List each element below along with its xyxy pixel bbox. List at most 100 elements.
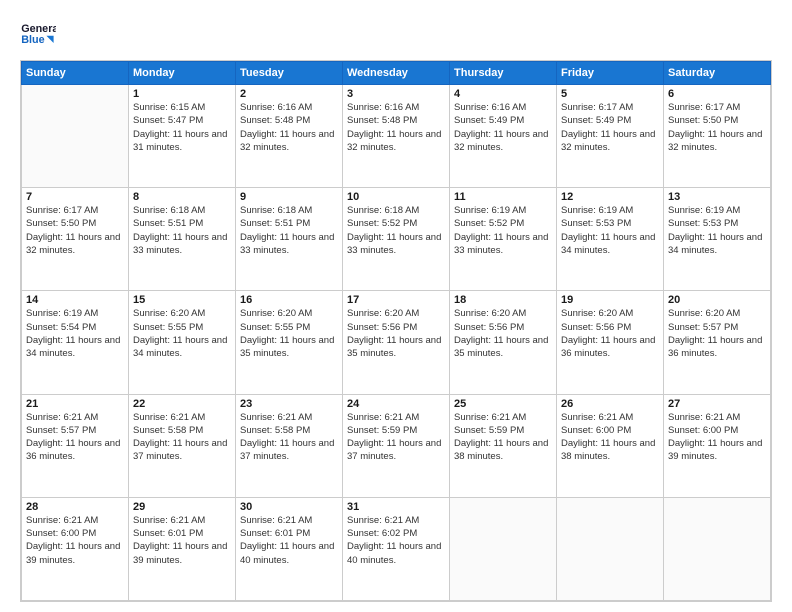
calendar-cell: 14Sunrise: 6:19 AMSunset: 5:54 PMDayligh…: [22, 291, 129, 394]
calendar-cell: 31Sunrise: 6:21 AMSunset: 6:02 PMDayligh…: [343, 497, 450, 600]
day-number: 2: [240, 88, 338, 100]
day-info: Sunrise: 6:17 AMSunset: 5:50 PMDaylight:…: [26, 204, 124, 257]
day-info: Sunrise: 6:16 AMSunset: 5:49 PMDaylight:…: [454, 101, 552, 154]
day-number: 29: [133, 501, 231, 513]
calendar-cell: [664, 497, 771, 600]
calendar-day-header: Monday: [129, 62, 236, 85]
calendar-cell: 22Sunrise: 6:21 AMSunset: 5:58 PMDayligh…: [129, 394, 236, 497]
svg-text:Blue: Blue: [21, 34, 44, 46]
calendar-body: 1Sunrise: 6:15 AMSunset: 5:47 PMDaylight…: [22, 85, 771, 601]
calendar-week-row: 21Sunrise: 6:21 AMSunset: 5:57 PMDayligh…: [22, 394, 771, 497]
day-number: 22: [133, 398, 231, 410]
calendar-day-header: Saturday: [664, 62, 771, 85]
calendar: SundayMondayTuesdayWednesdayThursdayFrid…: [20, 60, 772, 602]
day-info: Sunrise: 6:21 AMSunset: 6:00 PMDaylight:…: [26, 514, 124, 567]
day-info: Sunrise: 6:21 AMSunset: 5:57 PMDaylight:…: [26, 411, 124, 464]
day-number: 31: [347, 501, 445, 513]
calendar-cell: 28Sunrise: 6:21 AMSunset: 6:00 PMDayligh…: [22, 497, 129, 600]
day-number: 14: [26, 294, 124, 306]
calendar-cell: 15Sunrise: 6:20 AMSunset: 5:55 PMDayligh…: [129, 291, 236, 394]
day-number: 30: [240, 501, 338, 513]
day-info: Sunrise: 6:16 AMSunset: 5:48 PMDaylight:…: [347, 101, 445, 154]
day-info: Sunrise: 6:16 AMSunset: 5:48 PMDaylight:…: [240, 101, 338, 154]
calendar-cell: 9Sunrise: 6:18 AMSunset: 5:51 PMDaylight…: [236, 188, 343, 291]
calendar-week-row: 1Sunrise: 6:15 AMSunset: 5:47 PMDaylight…: [22, 85, 771, 188]
day-info: Sunrise: 6:21 AMSunset: 6:02 PMDaylight:…: [347, 514, 445, 567]
day-number: 15: [133, 294, 231, 306]
day-number: 7: [26, 191, 124, 203]
calendar-cell: 17Sunrise: 6:20 AMSunset: 5:56 PMDayligh…: [343, 291, 450, 394]
calendar-cell: 5Sunrise: 6:17 AMSunset: 5:49 PMDaylight…: [557, 85, 664, 188]
calendar-cell: [22, 85, 129, 188]
calendar-cell: 8Sunrise: 6:18 AMSunset: 5:51 PMDaylight…: [129, 188, 236, 291]
svg-text:General: General: [21, 23, 56, 35]
day-info: Sunrise: 6:17 AMSunset: 5:50 PMDaylight:…: [668, 101, 766, 154]
calendar-cell: 3Sunrise: 6:16 AMSunset: 5:48 PMDaylight…: [343, 85, 450, 188]
calendar-cell: 23Sunrise: 6:21 AMSunset: 5:58 PMDayligh…: [236, 394, 343, 497]
day-info: Sunrise: 6:20 AMSunset: 5:57 PMDaylight:…: [668, 307, 766, 360]
day-info: Sunrise: 6:21 AMSunset: 6:01 PMDaylight:…: [133, 514, 231, 567]
header: General Blue: [20, 16, 772, 52]
day-info: Sunrise: 6:19 AMSunset: 5:53 PMDaylight:…: [668, 204, 766, 257]
page: General Blue SundayMondayTuesdayWednesda…: [0, 0, 792, 612]
day-info: Sunrise: 6:19 AMSunset: 5:53 PMDaylight:…: [561, 204, 659, 257]
day-number: 5: [561, 88, 659, 100]
logo: General Blue: [20, 16, 56, 52]
calendar-day-header: Sunday: [22, 62, 129, 85]
day-number: 21: [26, 398, 124, 410]
day-number: 8: [133, 191, 231, 203]
day-number: 4: [454, 88, 552, 100]
calendar-cell: 12Sunrise: 6:19 AMSunset: 5:53 PMDayligh…: [557, 188, 664, 291]
calendar-cell: 16Sunrise: 6:20 AMSunset: 5:55 PMDayligh…: [236, 291, 343, 394]
calendar-cell: 27Sunrise: 6:21 AMSunset: 6:00 PMDayligh…: [664, 394, 771, 497]
day-number: 20: [668, 294, 766, 306]
calendar-day-header: Tuesday: [236, 62, 343, 85]
calendar-cell: 10Sunrise: 6:18 AMSunset: 5:52 PMDayligh…: [343, 188, 450, 291]
day-number: 27: [668, 398, 766, 410]
day-info: Sunrise: 6:19 AMSunset: 5:52 PMDaylight:…: [454, 204, 552, 257]
calendar-cell: 24Sunrise: 6:21 AMSunset: 5:59 PMDayligh…: [343, 394, 450, 497]
day-number: 1: [133, 88, 231, 100]
calendar-week-row: 14Sunrise: 6:19 AMSunset: 5:54 PMDayligh…: [22, 291, 771, 394]
day-number: 3: [347, 88, 445, 100]
calendar-day-header: Wednesday: [343, 62, 450, 85]
calendar-cell: 7Sunrise: 6:17 AMSunset: 5:50 PMDaylight…: [22, 188, 129, 291]
day-info: Sunrise: 6:18 AMSunset: 5:51 PMDaylight:…: [240, 204, 338, 257]
calendar-day-header: Thursday: [450, 62, 557, 85]
day-number: 17: [347, 294, 445, 306]
day-info: Sunrise: 6:19 AMSunset: 5:54 PMDaylight:…: [26, 307, 124, 360]
calendar-cell: 21Sunrise: 6:21 AMSunset: 5:57 PMDayligh…: [22, 394, 129, 497]
day-info: Sunrise: 6:21 AMSunset: 5:58 PMDaylight:…: [133, 411, 231, 464]
calendar-cell: 11Sunrise: 6:19 AMSunset: 5:52 PMDayligh…: [450, 188, 557, 291]
calendar-cell: [450, 497, 557, 600]
day-number: 6: [668, 88, 766, 100]
calendar-cell: [557, 497, 664, 600]
day-number: 26: [561, 398, 659, 410]
day-info: Sunrise: 6:20 AMSunset: 5:56 PMDaylight:…: [347, 307, 445, 360]
day-number: 11: [454, 191, 552, 203]
calendar-cell: 25Sunrise: 6:21 AMSunset: 5:59 PMDayligh…: [450, 394, 557, 497]
day-info: Sunrise: 6:21 AMSunset: 5:59 PMDaylight:…: [347, 411, 445, 464]
day-info: Sunrise: 6:21 AMSunset: 6:00 PMDaylight:…: [561, 411, 659, 464]
day-info: Sunrise: 6:21 AMSunset: 6:01 PMDaylight:…: [240, 514, 338, 567]
day-number: 23: [240, 398, 338, 410]
day-number: 25: [454, 398, 552, 410]
calendar-cell: 30Sunrise: 6:21 AMSunset: 6:01 PMDayligh…: [236, 497, 343, 600]
calendar-cell: 18Sunrise: 6:20 AMSunset: 5:56 PMDayligh…: [450, 291, 557, 394]
calendar-cell: 13Sunrise: 6:19 AMSunset: 5:53 PMDayligh…: [664, 188, 771, 291]
day-number: 9: [240, 191, 338, 203]
calendar-day-header: Friday: [557, 62, 664, 85]
day-info: Sunrise: 6:20 AMSunset: 5:55 PMDaylight:…: [133, 307, 231, 360]
calendar-cell: 4Sunrise: 6:16 AMSunset: 5:49 PMDaylight…: [450, 85, 557, 188]
day-number: 28: [26, 501, 124, 513]
calendar-cell: 1Sunrise: 6:15 AMSunset: 5:47 PMDaylight…: [129, 85, 236, 188]
day-number: 13: [668, 191, 766, 203]
day-info: Sunrise: 6:20 AMSunset: 5:56 PMDaylight:…: [454, 307, 552, 360]
day-number: 19: [561, 294, 659, 306]
day-info: Sunrise: 6:18 AMSunset: 5:52 PMDaylight:…: [347, 204, 445, 257]
day-number: 10: [347, 191, 445, 203]
day-info: Sunrise: 6:18 AMSunset: 5:51 PMDaylight:…: [133, 204, 231, 257]
calendar-week-row: 7Sunrise: 6:17 AMSunset: 5:50 PMDaylight…: [22, 188, 771, 291]
calendar-header-row: SundayMondayTuesdayWednesdayThursdayFrid…: [22, 62, 771, 85]
logo-icon: General Blue: [20, 16, 56, 52]
